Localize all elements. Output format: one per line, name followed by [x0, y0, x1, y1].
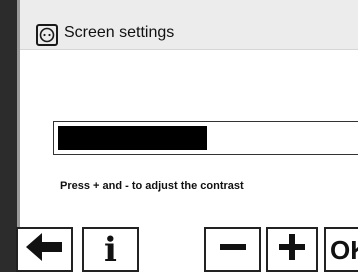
contrast-bar: [53, 121, 358, 155]
contrast-hint: Press + and - to adjust the contrast: [60, 180, 244, 192]
minus-button[interactable]: [204, 227, 261, 272]
info-icon: i: [104, 229, 117, 270]
title-bar: Screen settings: [20, 0, 358, 50]
contrast-level-fill: [58, 126, 207, 150]
plus-icon: [277, 232, 307, 267]
screen: Screen settings Press + and - to adjust …: [16, 0, 358, 272]
info-button[interactable]: i: [82, 227, 139, 272]
arrow-left-icon: [25, 232, 64, 267]
minus-icon: [218, 232, 248, 267]
plus-button[interactable]: [266, 227, 318, 272]
display-settings-icon: [36, 24, 58, 46]
back-button[interactable]: [16, 227, 73, 272]
page-title: Screen settings: [64, 24, 175, 41]
ok-label: OK: [330, 234, 358, 265]
device-frame: [0, 0, 17, 272]
ok-button[interactable]: OK: [324, 227, 358, 272]
